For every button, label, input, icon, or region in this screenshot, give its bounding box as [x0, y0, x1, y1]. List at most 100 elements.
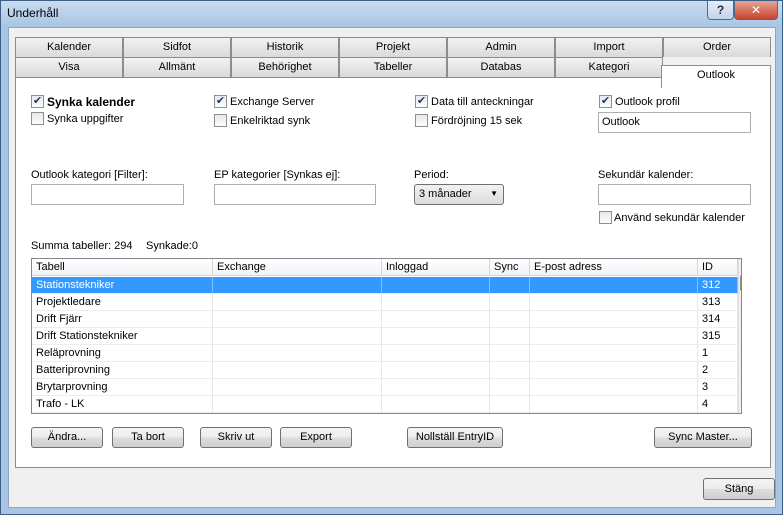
- table-row[interactable]: Drift Stationstekniker 315: [32, 328, 738, 345]
- scroll-up-icon[interactable]: ▲: [739, 259, 741, 275]
- tab-admin[interactable]: Admin: [447, 37, 555, 57]
- checkmark-icon: ✔: [600, 95, 611, 107]
- cell-inloggad: [382, 379, 490, 396]
- cell-epost: [530, 294, 698, 311]
- cell-epost: [530, 379, 698, 396]
- close-window-button[interactable]: ✕: [734, 1, 778, 20]
- anvand-sekundar-checkbox[interactable]: [599, 211, 612, 224]
- cell-epost: [530, 362, 698, 379]
- anvand-sekundar-label: Använd sekundär kalender: [614, 212, 745, 224]
- andra-button[interactable]: Ändra...: [31, 427, 103, 448]
- column-header-id[interactable]: ID: [698, 259, 738, 276]
- cell-tabell: Drift Stationstekniker: [32, 328, 213, 345]
- synka-uppgifter-checkbox[interactable]: [31, 112, 44, 125]
- cell-epost: [530, 277, 698, 294]
- cell-id: 312: [698, 277, 738, 294]
- nollstall-entryid-button[interactable]: Nollställ EntryID: [407, 427, 503, 448]
- tab-visa[interactable]: Visa: [15, 57, 123, 77]
- sekundar-kalender-input[interactable]: [598, 184, 751, 205]
- period-label: Period:: [414, 169, 449, 181]
- table-row[interactable]: Trafo - LK 4: [32, 396, 738, 413]
- cell-exchange: [213, 345, 382, 362]
- tab-kategori[interactable]: Kategori: [555, 57, 663, 77]
- column-header-tabell[interactable]: Tabell: [32, 259, 213, 276]
- table-row[interactable]: Projektledare 313: [32, 294, 738, 311]
- sync-master-button[interactable]: Sync Master...: [654, 427, 752, 448]
- title-bar[interactable]: Underhåll ? ✕: [1, 1, 782, 27]
- exchange-server-checkbox[interactable]: ✔: [214, 95, 227, 108]
- period-select[interactable]: 3 månader ▼: [414, 184, 504, 205]
- cell-sync: [490, 294, 530, 311]
- tab-allmant[interactable]: Allmänt: [123, 57, 231, 77]
- tab-databas[interactable]: Databas: [447, 57, 555, 77]
- tab-import[interactable]: Import: [555, 37, 663, 57]
- help-button[interactable]: ?: [707, 1, 734, 20]
- tab-sidfot[interactable]: Sidfot: [123, 37, 231, 57]
- data-till-anteckningar-label: Data till anteckningar: [431, 96, 534, 108]
- cell-epost: [530, 328, 698, 345]
- cell-epost: [530, 345, 698, 362]
- fordrojning-label: Fördröjning 15 sek: [431, 115, 523, 127]
- cell-tabell: Drift Fjärr: [32, 311, 213, 328]
- column-header-exchange[interactable]: Exchange: [213, 259, 382, 276]
- cell-sync: [490, 362, 530, 379]
- tab-behorighet[interactable]: Behörighet: [231, 57, 339, 77]
- cell-tabell: Stationstekniker: [32, 277, 213, 294]
- outlook-profil-label: Outlook profil: [615, 96, 680, 108]
- outlook-profil-input[interactable]: Outlook: [598, 112, 751, 133]
- ta-bort-button[interactable]: Ta bort: [112, 427, 184, 448]
- grid-header: Tabell Exchange Inloggad Sync E-post adr…: [32, 259, 741, 276]
- enkelriktad-synk-checkbox[interactable]: [214, 114, 227, 127]
- data-till-anteckningar-checkbox[interactable]: ✔: [415, 95, 428, 108]
- cell-exchange: [213, 311, 382, 328]
- tab-tabeller[interactable]: Tabeller: [339, 57, 447, 77]
- stang-button[interactable]: Stäng: [703, 478, 775, 500]
- exchange-server-label: Exchange Server: [230, 96, 315, 108]
- cell-exchange: [213, 277, 382, 294]
- outlook-tab-panel: ✔ Synka kalender Synka uppgifter ✔ Excha…: [15, 77, 771, 468]
- fordrojning-checkbox[interactable]: [415, 114, 428, 127]
- cell-epost: [530, 311, 698, 328]
- tab-order[interactable]: Order: [663, 37, 771, 57]
- scrollbar-thumb[interactable]: [740, 275, 741, 291]
- tab-historik[interactable]: Historik: [231, 37, 339, 57]
- cell-sync: [490, 379, 530, 396]
- summa-tabeller-text: Summa tabeller: 294: [31, 240, 133, 252]
- cell-tabell: Projektledare: [32, 294, 213, 311]
- outlook-kategori-input[interactable]: [31, 184, 184, 205]
- synka-uppgifter-label: Synka uppgifter: [47, 113, 124, 125]
- cell-id: 1: [698, 345, 738, 362]
- cell-exchange: [213, 328, 382, 345]
- cell-sync: [490, 277, 530, 294]
- outlook-profil-checkbox[interactable]: ✔: [599, 95, 612, 108]
- synka-kalender-checkbox[interactable]: ✔: [31, 95, 44, 108]
- export-button[interactable]: Export: [280, 427, 352, 448]
- checkmark-icon: ✔: [416, 95, 427, 107]
- period-value: 3 månader: [419, 188, 472, 200]
- scroll-down-icon[interactable]: ▼: [739, 397, 741, 413]
- tables-grid[interactable]: Tabell Exchange Inloggad Sync E-post adr…: [31, 258, 742, 414]
- tab-kalender[interactable]: Kalender: [15, 37, 123, 57]
- skriv-ut-button[interactable]: Skriv ut: [200, 427, 272, 448]
- ep-kategorier-input[interactable]: [214, 184, 376, 205]
- column-header-inloggad[interactable]: Inloggad: [382, 259, 490, 276]
- sekundar-kalender-label: Sekundär kalender:: [598, 169, 694, 181]
- table-row[interactable]: Batteriprovning 2: [32, 362, 738, 379]
- grid-vertical-scrollbar[interactable]: ▲ ▼: [738, 259, 741, 413]
- table-row[interactable]: Reläprovning 1: [32, 345, 738, 362]
- tab-projekt[interactable]: Projekt: [339, 37, 447, 57]
- cell-inloggad: [382, 328, 490, 345]
- tab-outlook[interactable]: Outlook: [661, 65, 771, 88]
- chevron-down-icon: ▼: [490, 189, 498, 198]
- column-header-sync[interactable]: Sync: [490, 259, 530, 276]
- table-row[interactable]: Brytarprovning 3: [32, 379, 738, 396]
- window-title: Underhåll: [7, 6, 59, 20]
- cell-sync: [490, 396, 530, 413]
- synka-kalender-label: Synka kalender: [47, 95, 136, 109]
- table-row[interactable]: Stationstekniker 312: [32, 277, 738, 294]
- cell-id: 3: [698, 379, 738, 396]
- cell-id: 4: [698, 396, 738, 413]
- cell-exchange: [213, 362, 382, 379]
- column-header-epost[interactable]: E-post adress: [530, 259, 698, 276]
- table-row[interactable]: Drift Fjärr 314: [32, 311, 738, 328]
